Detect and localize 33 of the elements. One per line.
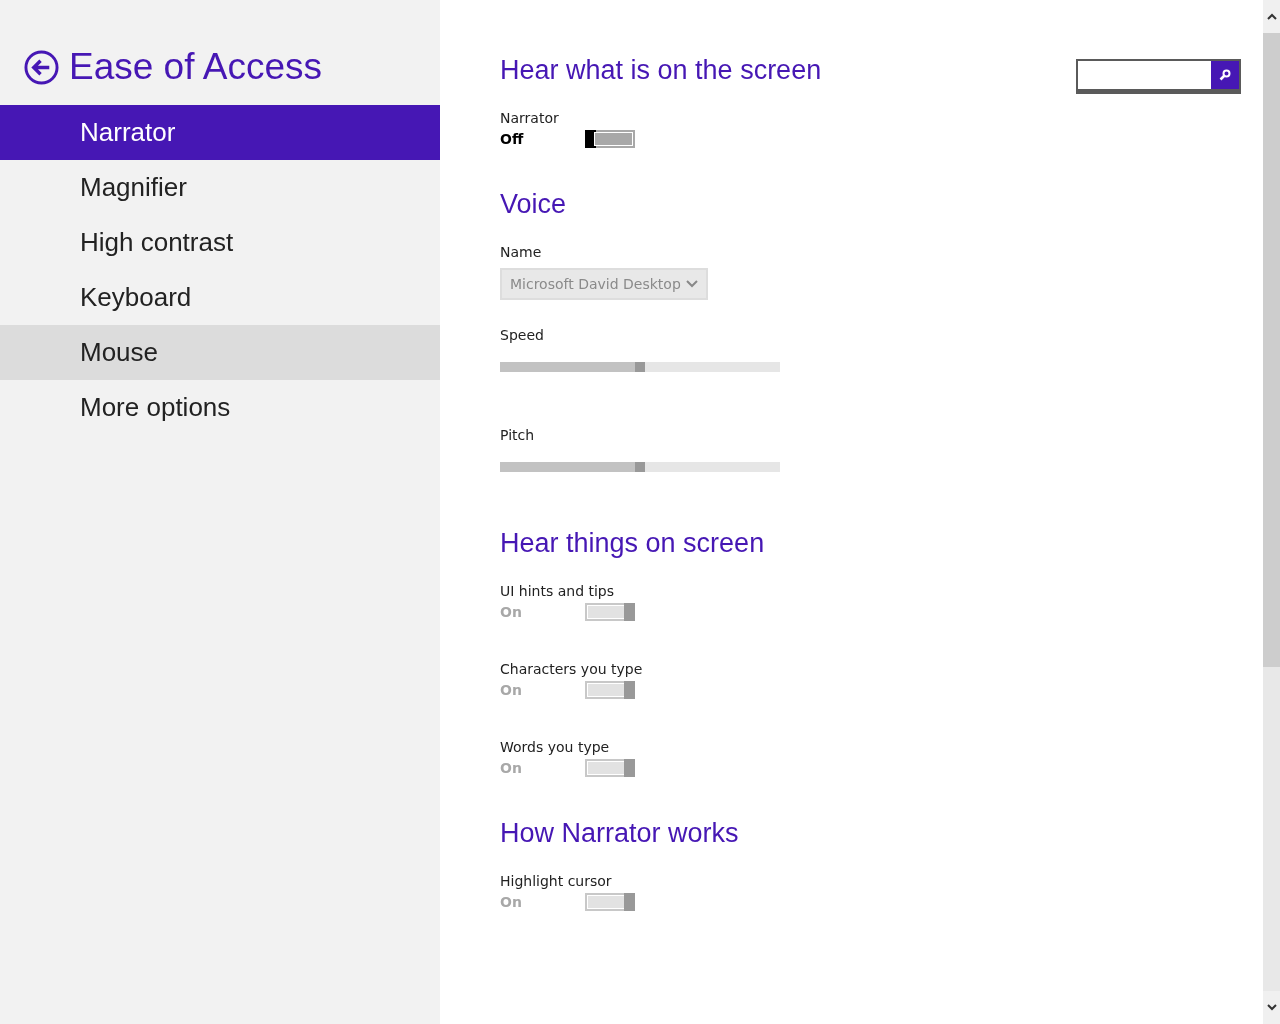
- search-button[interactable]: [1211, 61, 1239, 89]
- nav-item[interactable]: Magnifier: [0, 160, 440, 215]
- slider-label: Speed: [500, 326, 544, 345]
- scroll-down-icon[interactable]: [1266, 1004, 1277, 1011]
- nav-item[interactable]: High contrast: [0, 215, 440, 270]
- nav-item[interactable]: More options: [0, 380, 440, 435]
- scrollbar-thumb[interactable]: [1263, 33, 1280, 667]
- toggle-label: Narrator: [500, 109, 559, 128]
- toggle-label: UI hints and tips: [500, 582, 615, 601]
- back-icon[interactable]: [24, 49, 59, 85]
- toggle-state: On: [500, 760, 523, 776]
- search-field[interactable]: [1076, 59, 1241, 94]
- toggle-state: Off: [500, 131, 525, 147]
- toggle-label: Characters you type: [500, 660, 643, 679]
- scroll-up-icon[interactable]: [1266, 13, 1277, 20]
- section-heading: Hear things on screen: [500, 527, 766, 560]
- dropdown-label: Name: [500, 243, 542, 262]
- page-title: Ease of Access: [69, 46, 322, 88]
- toggle-state: On: [500, 682, 523, 698]
- nav-item[interactable]: Mouse: [0, 325, 440, 380]
- nav-item[interactable]: Narrator: [0, 105, 440, 160]
- toggle-state: On: [500, 894, 523, 910]
- section-heading: Hear what is on the screen: [500, 54, 823, 87]
- search-icon: [1219, 69, 1231, 81]
- toggle-label: Words you type: [500, 738, 610, 757]
- section-heading: Voice: [500, 188, 568, 221]
- slider-label: Pitch: [500, 426, 535, 445]
- chevron-down-icon: [686, 280, 698, 288]
- section-heading: How Narrator works: [500, 817, 740, 850]
- nav-item[interactable]: Keyboard: [0, 270, 440, 325]
- toggle-state: On: [500, 604, 523, 620]
- toggle-label: Highlight cursor: [500, 872, 612, 891]
- toggle-switch[interactable]: [585, 130, 635, 148]
